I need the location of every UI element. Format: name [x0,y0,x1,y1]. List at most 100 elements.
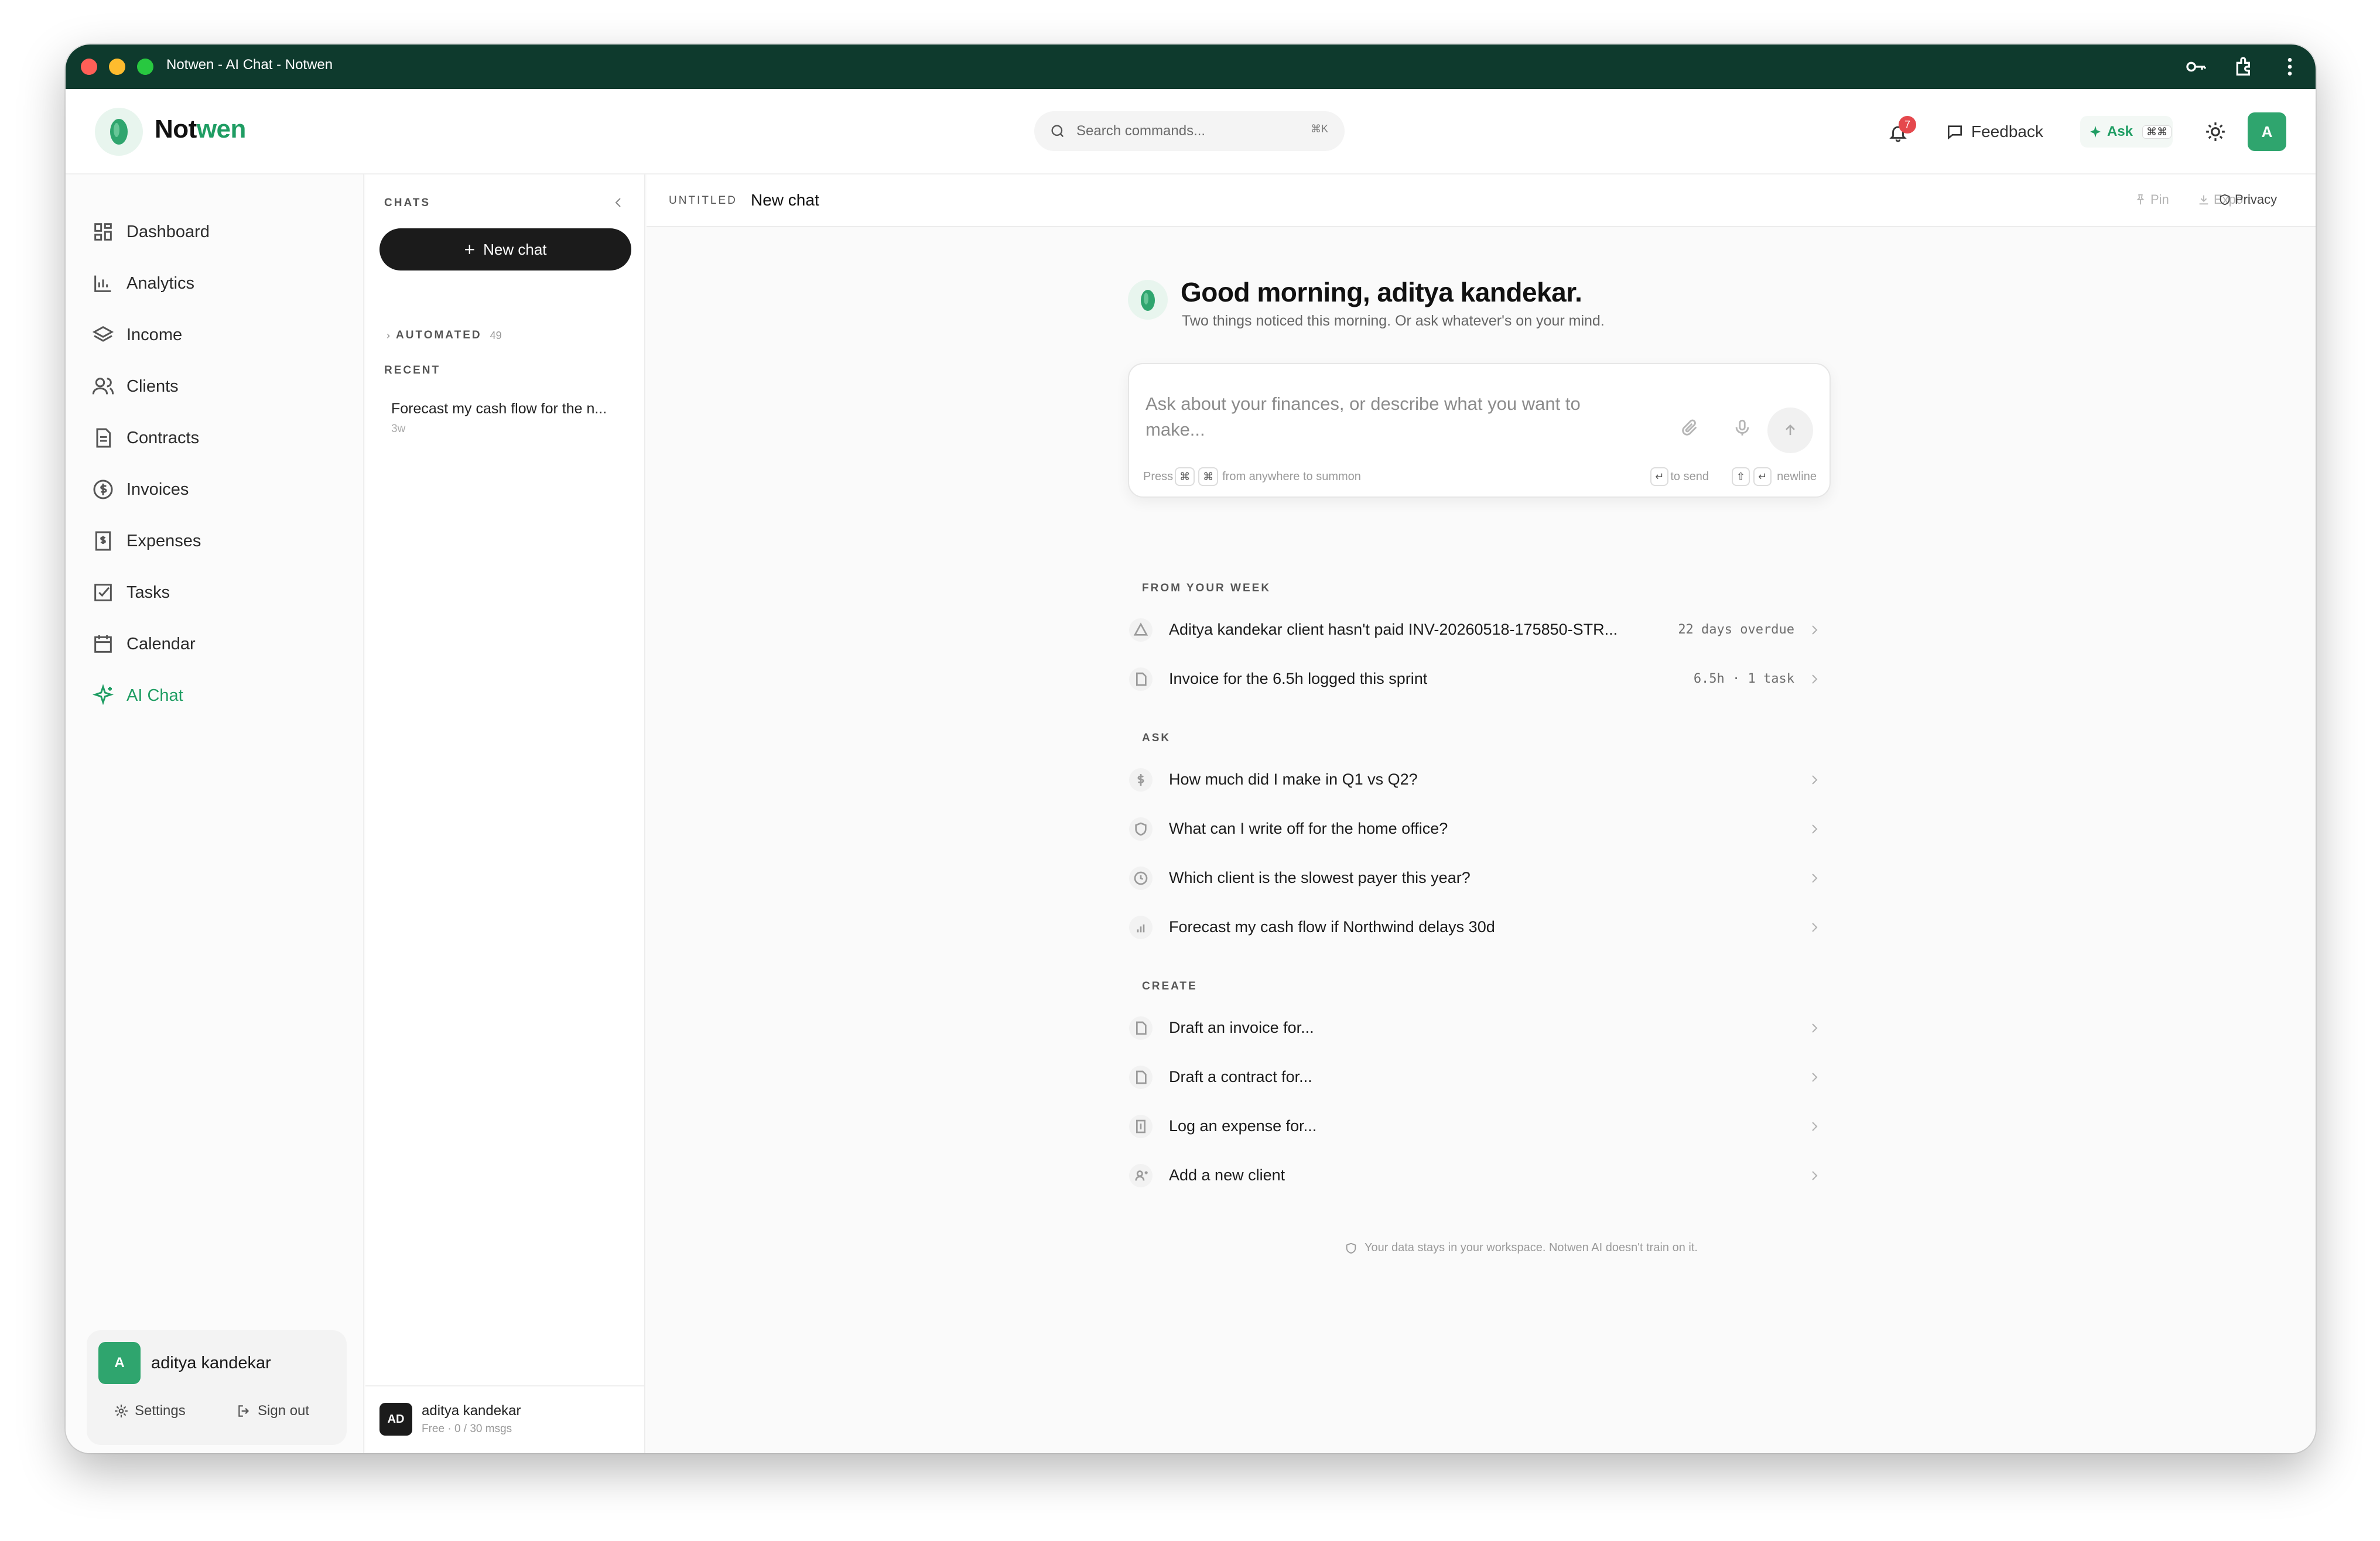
row-text: Draft a contract for... [1169,1068,1312,1085]
key-icon[interactable] [2184,55,2208,78]
recent-chat-item[interactable]: Forecast my cash flow for the n... 3w [379,392,631,446]
maximize-window-button[interactable] [137,59,153,75]
suggestion-row[interactable]: Invoice for the 6.5h logged this sprint … [1122,658,1835,700]
suggestion-row[interactable]: How much did I make in Q1 vs Q2? [1122,759,1835,801]
suggestion-row[interactable]: Which client is the slowest payer this y… [1122,857,1835,899]
main-sidebar: Dashboard Analytics Income Clients Contr… [66,174,364,1453]
receipt-icon [95,531,111,551]
sidebar-item-contracts[interactable]: Contracts [91,417,337,459]
enter-key: ↵ [1753,467,1772,486]
gear-icon [115,1405,128,1417]
collapse-chats-icon[interactable] [611,196,625,210]
sidebar-item-label: Invoices [126,480,189,499]
settings-label: Settings [135,1403,186,1419]
sidebar-item-label: Analytics [126,273,195,293]
recent-chat-age: 3w [391,423,406,435]
user-card: A aditya kandekar Settings Sign out [87,1330,347,1445]
app-window: Notwen - AI Chat - Notwen Notwen Search … [66,44,2316,1453]
search-shortcut: ⌘K [1310,123,1328,135]
row-icon-wrap [1129,1066,1153,1089]
composer-input[interactable]: Ask about your finances, or describe wha… [1145,391,1661,443]
theme-toggle-icon[interactable] [2204,121,2227,143]
sidebar-item-clients[interactable]: Clients [91,365,337,407]
user-avatar[interactable]: A [98,1342,141,1384]
sidebar-item-calendar[interactable]: Calendar [91,623,337,665]
chevron-right-icon [1812,625,1818,635]
ask-button[interactable]: Ask ⌘⌘ [2080,116,2173,148]
sign-out-icon [238,1405,249,1417]
more-vertical-icon[interactable] [2278,55,2302,78]
pin-button[interactable]: Pin [2134,192,2169,207]
sign-out-button[interactable]: Sign out [237,1403,309,1419]
chats-footer: AD aditya kandekar Free · 0 / 30 msgs [365,1385,644,1453]
hint-send: to send [1670,470,1709,483]
automated-group[interactable]: › AUTOMATED 49 [387,329,502,342]
sidebar-item-dashboard[interactable]: Dashboard [91,211,337,253]
row-icon-wrap [1129,618,1153,642]
row-meta: 22 days overdue [1678,622,1794,637]
suggestion-row[interactable]: Forecast my cash flow if Northwind delay… [1122,906,1835,948]
header-avatar[interactable]: A [2248,112,2286,151]
document-icon [1136,672,1147,686]
sidebar-item-ai-chat[interactable]: AI Chat [91,674,337,717]
row-icon-wrap [1129,1164,1153,1187]
attach-icon[interactable] [1680,418,1699,438]
chevron-right-icon [1812,1073,1818,1082]
sidebar-item-tasks[interactable]: Tasks [91,571,337,614]
footer-avatar[interactable]: AD [379,1403,412,1436]
suggestion-row[interactable]: Aditya kandekar client hasn't paid INV-2… [1122,609,1835,651]
chats-panel: CHATS + New chat › AUTOMATED 49 RECENT F… [365,174,645,1453]
row-text: Aditya kandekar client hasn't paid INV-2… [1169,621,1618,638]
sidebar-item-analytics[interactable]: Analytics [91,262,337,304]
row-icon-wrap [1129,1016,1153,1040]
calendar-icon [94,635,112,653]
row-icon-wrap [1129,867,1153,890]
row-text: Forecast my cash flow if Northwind delay… [1169,918,1495,936]
users-icon [92,378,114,395]
new-chat-label: New chat [483,240,547,258]
recent-caption: RECENT [384,364,441,376]
command-search[interactable]: Search commands... ⌘K [1034,111,1345,151]
sidebar-item-label: Tasks [126,583,170,602]
footer-plan: Free · 0 / 30 msgs [422,1423,512,1435]
assistant-logo [1128,280,1168,320]
sidebar-item-income[interactable]: Income [91,314,337,356]
user-name: aditya kandekar [151,1354,271,1372]
privacy-button[interactable]: Privacy [2218,192,2277,207]
row-text: How much did I make in Q1 vs Q2? [1169,770,1418,788]
composer-placeholder-line1: Ask about your finances, or describe wha… [1145,393,1581,414]
suggestion-row[interactable]: Draft a contract for... [1122,1056,1835,1098]
automated-count: 49 [490,329,502,341]
suggestion-row[interactable]: Log an expense for... [1122,1105,1835,1148]
chevron-right-icon [1812,1023,1818,1033]
feedback-button[interactable]: Feedback [1945,118,2043,145]
chat-title[interactable]: New chat [751,191,819,210]
layers-icon [92,326,114,342]
week-caption: FROM YOUR WEEK [1142,582,1271,594]
suggestion-row[interactable]: What can I write off for the home office… [1122,808,1835,850]
chat-tag: UNTITLED [669,194,737,207]
sidebar-item-invoices[interactable]: Invoices [91,468,337,511]
suggestion-row[interactable]: Add a new client [1122,1155,1835,1197]
chevron-right-icon: › [387,329,390,341]
notwen-logo[interactable] [95,108,143,156]
sidebar-item-label: Expenses [126,531,201,550]
microphone-icon[interactable] [1732,418,1752,438]
settings-button[interactable]: Settings [114,1403,186,1419]
chevron-right-icon [1812,1171,1818,1180]
send-button[interactable] [1767,407,1813,453]
extensions-icon[interactable] [2232,55,2256,78]
shield-icon [1135,822,1147,836]
close-window-button[interactable] [81,59,97,75]
new-chat-button[interactable]: + New chat [379,228,631,270]
download-icon [2199,195,2208,205]
pin-label: Pin [2150,192,2169,207]
chat-composer: Ask about your finances, or describe wha… [1128,363,1831,498]
privacy-note: Your data stays in your workspace. Notwe… [1345,1241,1698,1255]
sidebar-item-expenses[interactable]: Expenses [91,520,337,562]
row-icon-wrap [1129,768,1153,792]
row-text: Log an expense for... [1169,1117,1317,1135]
shift-key: ⇧ [1731,467,1750,486]
minimize-window-button[interactable] [109,59,125,75]
suggestion-row[interactable]: Draft an invoice for... [1122,1007,1835,1049]
